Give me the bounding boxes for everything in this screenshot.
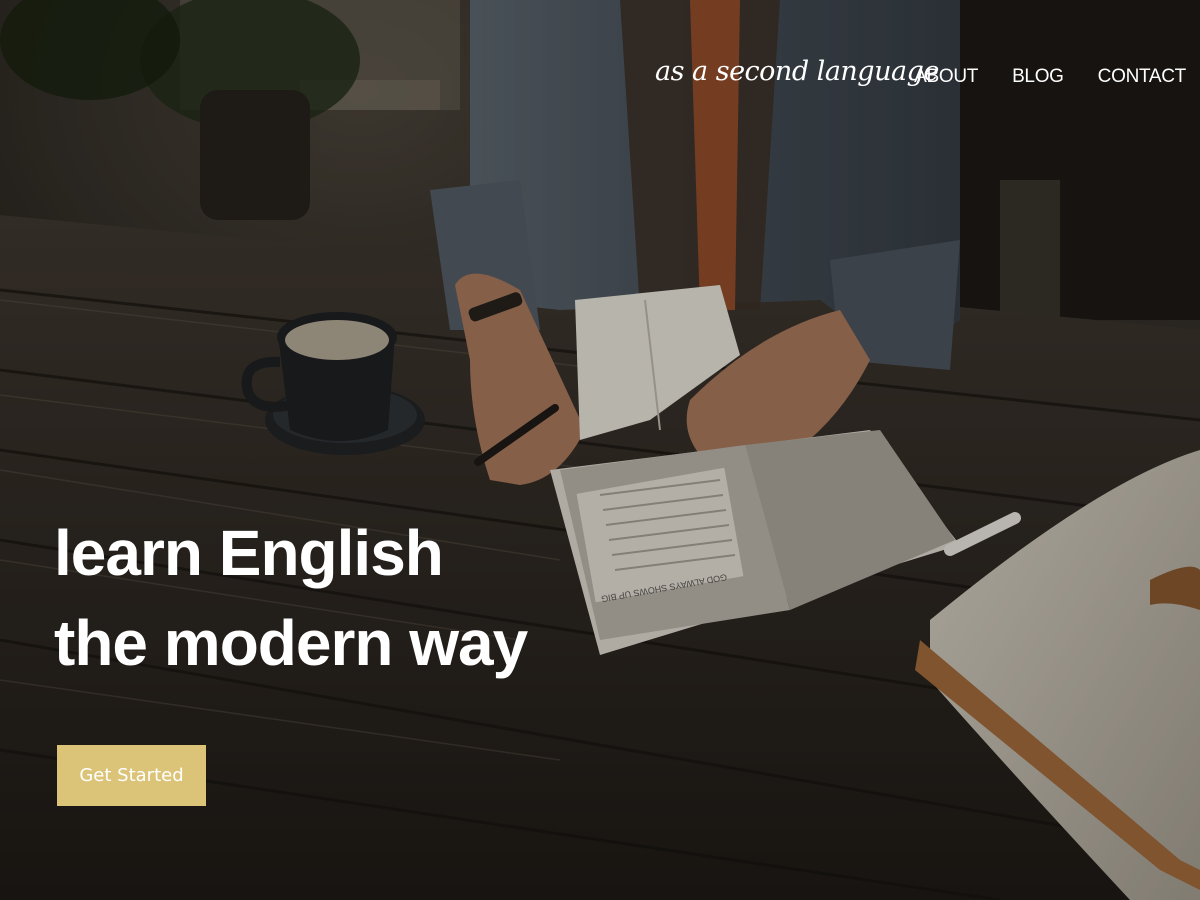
- headline-line-2: the modern way: [54, 607, 528, 679]
- nav-blog[interactable]: BLOG: [1012, 66, 1064, 88]
- hero-section: GOD ALWAYS SHOWS UP BIG as a second lang…: [0, 0, 1200, 900]
- get-started-button[interactable]: Get Started: [57, 745, 206, 806]
- headline-line-1: learn English: [54, 517, 444, 589]
- nav-contact[interactable]: CONTACT: [1098, 66, 1187, 88]
- nav-about[interactable]: ABOUT: [914, 66, 978, 88]
- main-nav: ABOUT BLOG CONTACT: [914, 66, 1186, 88]
- hero-headline: learn English the modern way: [54, 508, 528, 688]
- brand-logo[interactable]: as a second language: [655, 56, 939, 87]
